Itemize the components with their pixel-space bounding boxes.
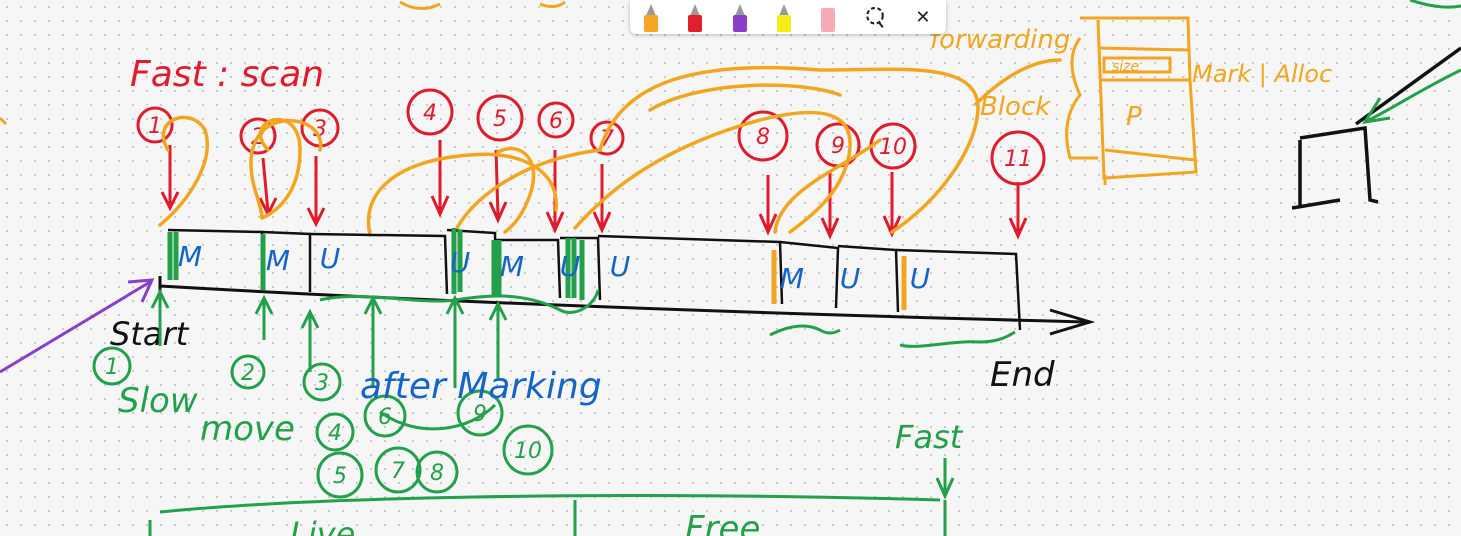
red-step-number: 9 <box>831 134 845 159</box>
block-mark-letter: M <box>500 250 524 283</box>
lasso-icon <box>865 6 884 29</box>
block-mark-letter: U <box>910 262 931 295</box>
green-step-number: 10 <box>514 439 542 464</box>
slow-label: Slow <box>118 381 198 421</box>
purple-pen-tool[interactable] <box>729 2 751 32</box>
green-step-number: 2 <box>241 361 255 386</box>
close-button[interactable]: ✕ <box>910 4 936 30</box>
green-step-number: 5 <box>333 464 347 489</box>
memory-axis <box>158 276 1096 346</box>
green-step-number: 8 <box>430 461 444 486</box>
red-step-number: 8 <box>756 125 770 150</box>
block-mark-letter: M <box>780 262 804 295</box>
block-marks: MMUUMUUMUU <box>178 240 930 295</box>
block-mark-letter: U <box>610 250 631 283</box>
after-marking-label: after Marking <box>360 366 602 407</box>
block-mark-letter: U <box>320 242 341 275</box>
lasso-button[interactable] <box>862 4 888 30</box>
green-step-number: 4 <box>328 421 342 446</box>
start-label: Start <box>110 315 190 353</box>
eraser-tool[interactable] <box>817 2 839 32</box>
p-label: P <box>1126 102 1142 132</box>
move-label: move <box>200 409 295 449</box>
end-label: End <box>990 355 1055 395</box>
red-step-number: 11 <box>1004 147 1032 172</box>
fast-scan-label: Fast : scan <box>130 54 324 95</box>
red-pen-tool[interactable] <box>684 2 706 32</box>
free-label: Free <box>685 509 760 536</box>
close-icon: ✕ <box>915 6 931 28</box>
memory-blocks <box>167 228 1022 331</box>
red-step-number: 4 <box>423 101 437 126</box>
green-pointer-arrow <box>1361 0 1461 125</box>
eraser-icon <box>821 8 836 32</box>
pencil-tool[interactable] <box>640 2 662 32</box>
red-step-number: 5 <box>493 107 507 132</box>
block-mark-letter: U <box>450 246 471 279</box>
size-label: size <box>1112 59 1139 75</box>
drawing-layer: Fast : scan 1 2 34 5 67 8 9 10 11 forwarding Blo… <box>0 0 1461 536</box>
green-step-number: 7 <box>391 459 405 484</box>
fast-bottom-label: Fast <box>895 418 964 456</box>
block-mark-letter: M <box>178 240 202 273</box>
forwarding-label: forwarding <box>930 25 1070 55</box>
whiteboard-canvas[interactable]: Fast : scan 1 2 3 4 5 6 7 8 9 10 11 forwarding Blo… <box>0 0 1461 536</box>
live-label: Live <box>290 515 355 536</box>
block-label: Block <box>980 92 1051 122</box>
block-mark-letter: U <box>840 262 861 295</box>
block-mark-letter: M <box>266 244 290 277</box>
green-step-number: 3 <box>315 371 329 396</box>
block-mark-letter: U <box>560 250 581 283</box>
mark-alloc-label: Mark | Alloc <box>1192 60 1332 88</box>
green-step-number: 1 <box>105 355 119 380</box>
red-step-number: 6 <box>549 109 563 134</box>
red-step-number: 1 <box>148 114 162 139</box>
drawing-toolbar: ✕ <box>630 0 946 34</box>
green-step-number: 6 <box>378 405 392 430</box>
highlighter-tool[interactable] <box>773 2 795 32</box>
red-step-markers <box>136 88 1046 186</box>
